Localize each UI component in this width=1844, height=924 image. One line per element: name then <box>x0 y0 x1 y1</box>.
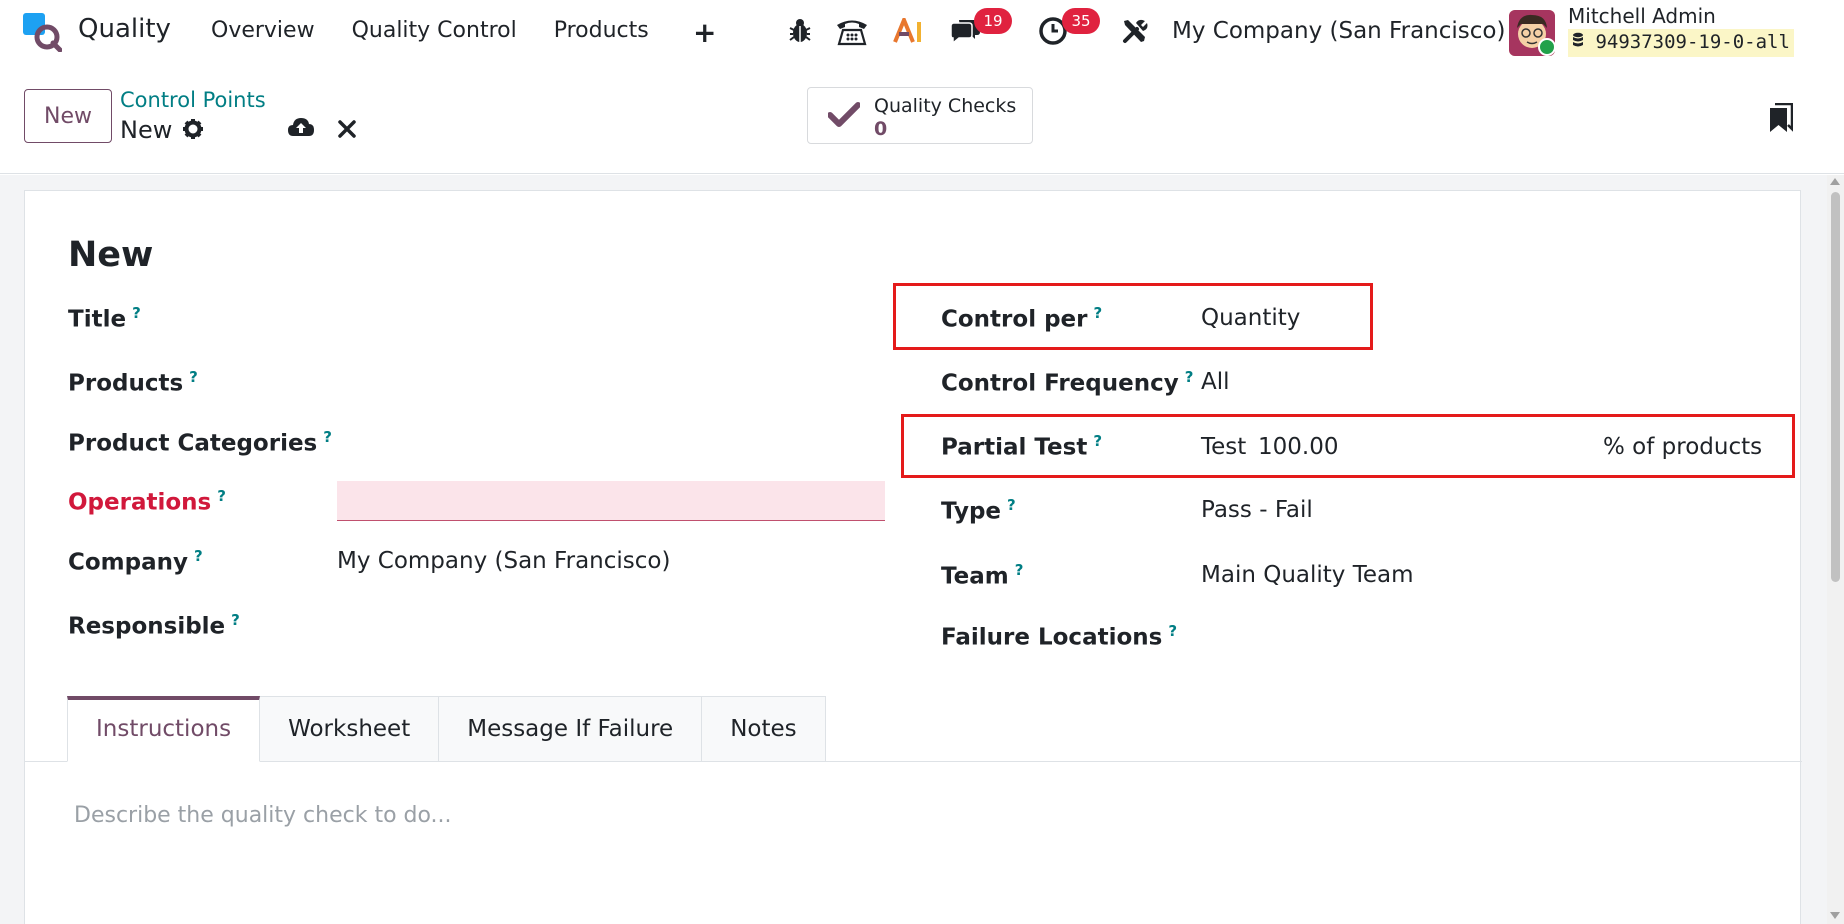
smart-button-label: Quality Checks <box>874 95 1017 117</box>
help-icon[interactable]: ? <box>1094 304 1103 322</box>
scrollbar-thumb[interactable] <box>1831 192 1840 582</box>
help-icon[interactable]: ? <box>1015 561 1024 579</box>
scroll-up-icon[interactable] <box>1830 178 1840 185</box>
help-icon[interactable]: ? <box>1168 622 1177 640</box>
help-icon[interactable]: ? <box>231 611 240 629</box>
menu-overview[interactable]: Overview <box>211 18 315 43</box>
top-navbar: Quality Overview Quality Control Product… <box>0 0 1844 66</box>
type-field[interactable]: Pass - Fail <box>1201 497 1313 523</box>
partial-test-suffix: % of products <box>1603 434 1763 460</box>
control-frequency-field[interactable]: All <box>1201 369 1230 395</box>
operations-input[interactable] <box>337 481 885 521</box>
type-label: Type? <box>941 496 1016 525</box>
help-icon[interactable]: ? <box>132 304 141 322</box>
company-label: Company? <box>68 547 203 576</box>
help-icon[interactable]: ? <box>323 428 332 446</box>
quality-logo-icon[interactable] <box>22 12 63 53</box>
help-icon[interactable]: ? <box>217 487 226 505</box>
instructions-editor[interactable]: Describe the quality check to do... <box>74 803 452 828</box>
cloud-upload-icon[interactable] <box>287 116 315 142</box>
gear-icon[interactable] <box>182 118 204 144</box>
database-icon <box>1572 31 1595 53</box>
tab-worksheet[interactable]: Worksheet <box>260 696 440 762</box>
new-button[interactable]: New <box>24 89 112 143</box>
app-name[interactable]: Quality <box>78 14 171 44</box>
check-icon <box>827 102 861 132</box>
tab-message-if-failure[interactable]: Message If Failure <box>439 696 703 762</box>
scroll-down-icon[interactable] <box>1830 912 1840 919</box>
user-name[interactable]: Mitchell Admin <box>1568 4 1716 28</box>
help-icon[interactable]: ? <box>189 368 198 386</box>
tab-instructions[interactable]: Instructions <box>67 696 261 762</box>
help-icon[interactable]: ? <box>194 547 203 565</box>
control-frequency-label: Control Frequency? <box>941 368 1194 397</box>
bug-icon[interactable] <box>786 14 814 48</box>
database-name: 94937309-19-0-all <box>1595 31 1790 53</box>
partial-test-prefix: Test <box>1201 434 1247 460</box>
clock-icon[interactable]: 35 <box>1036 8 1100 48</box>
menu-products[interactable]: Products <box>554 18 649 43</box>
ai-icon[interactable] <box>892 14 926 48</box>
control-per-label: Control per? <box>941 304 1103 333</box>
control-panel: New Control Points New Quality Checks 0 <box>0 66 1844 174</box>
tools-icon[interactable] <box>1120 14 1150 48</box>
products-label: Products? <box>68 368 198 397</box>
plus-icon[interactable]: + <box>693 16 716 49</box>
online-status-icon <box>1538 38 1556 56</box>
database-tag: 94937309-19-0-all <box>1568 29 1794 57</box>
title-label: Title? <box>68 304 141 333</box>
help-icon[interactable]: ? <box>1093 432 1102 450</box>
company-switcher[interactable]: My Company (San Francisco) <box>1172 18 1505 44</box>
smart-button-count: 0 <box>874 118 888 140</box>
team-label: Team? <box>941 561 1024 590</box>
partial-test-percent-input[interactable]: 100.00 <box>1258 434 1338 460</box>
menu-quality-control[interactable]: Quality Control <box>352 18 517 43</box>
main-menu: Overview Quality Control Products <box>211 18 686 43</box>
failure-locations-label: Failure Locations? <box>941 622 1178 651</box>
form-sheet: New Title? Products? Product Categories?… <box>24 190 1802 924</box>
company-field[interactable]: My Company (San Francisco) <box>337 548 670 574</box>
breadcrumb[interactable]: Control Points <box>120 88 266 112</box>
operations-label: Operations? <box>68 487 226 516</box>
record-name: New <box>120 116 173 144</box>
chat-icon[interactable]: 19 <box>948 8 1012 48</box>
responsible-label: Responsible? <box>68 611 240 640</box>
activities-badge: 35 <box>1062 8 1100 34</box>
notebook-tabs: Instructions Worksheet Message If Failur… <box>67 696 826 762</box>
close-icon[interactable] <box>338 120 356 142</box>
tab-notes[interactable]: Notes <box>702 696 826 762</box>
messages-badge: 19 <box>974 8 1012 34</box>
product-categories-label: Product Categories? <box>68 428 332 457</box>
team-field[interactable]: Main Quality Team <box>1201 562 1414 588</box>
quality-checks-smart-button[interactable]: Quality Checks 0 <box>807 87 1033 144</box>
help-icon[interactable]: ? <box>1185 368 1194 386</box>
control-per-field[interactable]: Quantity <box>1201 305 1300 331</box>
help-icon[interactable]: ? <box>1007 496 1016 514</box>
partial-test-label: Partial Test? <box>941 432 1103 461</box>
phone-icon[interactable] <box>834 14 870 48</box>
record-title[interactable]: New <box>68 235 153 275</box>
bookmark-icon[interactable] <box>1769 102 1794 137</box>
